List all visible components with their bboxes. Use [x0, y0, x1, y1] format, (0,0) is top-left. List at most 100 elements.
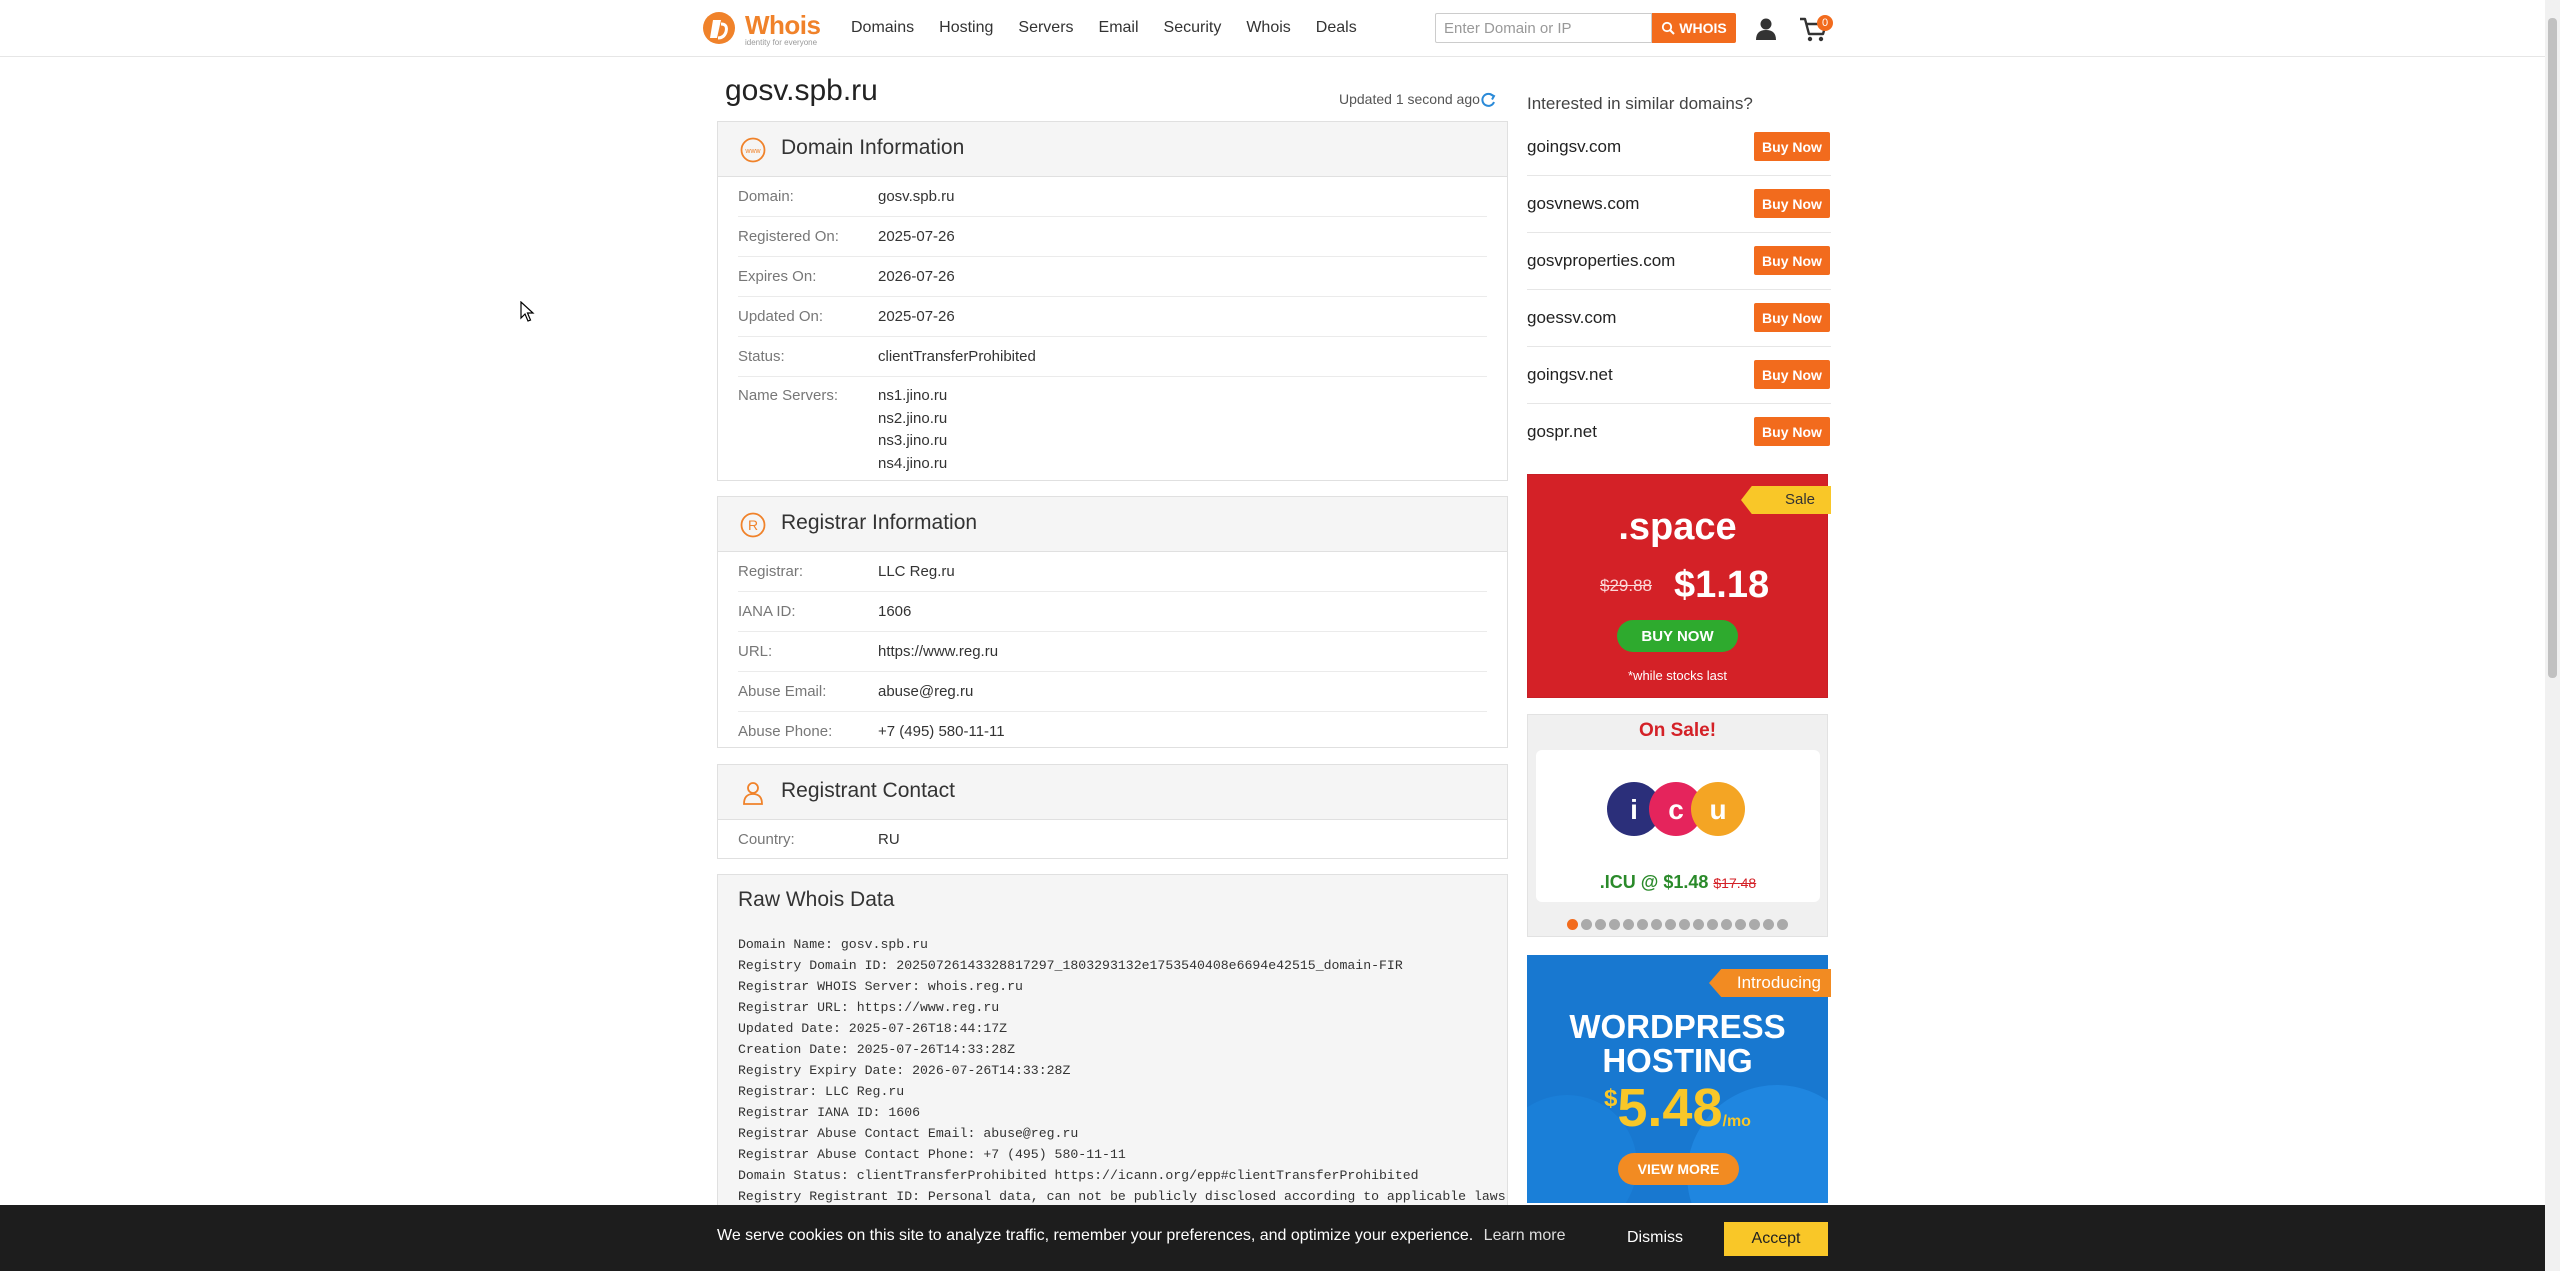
carousel-dot[interactable] [1665, 919, 1676, 930]
row-value: +7 (495) 580-11-11 [878, 723, 1005, 740]
carousel-dot[interactable] [1651, 919, 1662, 930]
carousel-dot[interactable] [1763, 919, 1774, 930]
nav-whois[interactable]: Whois [1246, 19, 1290, 37]
registrant-panel: Registrant Contact Country: RU [717, 764, 1508, 859]
buy-now-button[interactable]: Buy Now [1754, 417, 1830, 446]
icu-price: .ICU @ $1.48 $17.48 [1536, 872, 1820, 893]
nav-deals[interactable]: Deals [1316, 19, 1357, 37]
carousel-dot[interactable] [1609, 919, 1620, 930]
carousel-dot[interactable] [1637, 919, 1648, 930]
buy-now-button[interactable]: Buy Now [1754, 360, 1830, 389]
suggested-domain[interactable]: goessv.com [1527, 289, 1616, 346]
table-row: Domain: gosv.spb.ru [738, 177, 1487, 217]
row-value: abuse@reg.ru [878, 683, 974, 700]
name-servers-list: ns1.jino.ru ns2.jino.ru ns3.jino.ru ns4.… [878, 385, 947, 482]
row-label: URL: [738, 643, 773, 660]
suggested-domain[interactable]: goingsv.com [1527, 118, 1621, 175]
carousel-dot[interactable] [1581, 919, 1592, 930]
suggested-domain[interactable]: gospr.net [1527, 403, 1597, 460]
row-value: clientTransferProhibited [878, 348, 1036, 365]
list-item: goingsv.com Buy Now [1527, 118, 1831, 176]
carousel-dot[interactable] [1777, 919, 1788, 930]
wordpress-price: $5.48/mo [1527, 1077, 1828, 1139]
suggested-domain[interactable]: goingsv.net [1527, 346, 1613, 403]
table-row: Registrar: LLC Reg.ru [738, 552, 1487, 592]
domain-info-title: Domain Information [781, 136, 965, 159]
accept-button[interactable]: Accept [1724, 1222, 1828, 1256]
table-row: Updated On: 2025-07-26 [738, 297, 1487, 337]
row-label: Name Servers: [738, 387, 839, 404]
scrollbar-thumb[interactable] [2548, 18, 2557, 678]
carousel-dot[interactable] [1707, 919, 1718, 930]
row-label: Registrar: [738, 563, 804, 580]
raw-line: Registry Expiry Date: 2026-07-26T14:33:2… [738, 1063, 1071, 1078]
row-value: https://www.reg.ru [878, 643, 999, 660]
name-server: ns4.jino.ru [878, 454, 948, 472]
refresh-icon[interactable] [1479, 91, 1497, 109]
promo-buy-now-button[interactable]: BUY NOW [1617, 620, 1738, 652]
raw-line: Registrar URL: https://www.reg.ru [738, 1000, 1000, 1015]
raw-line: Updated Date: 2025-07-26T18:44:17Z [738, 1021, 1008, 1036]
registrar-info-rows: Registrar: LLC Reg.ru IANA ID: 1606 URL:… [718, 552, 1507, 751]
promo-old-price: $29.88 [1600, 576, 1652, 595]
carousel-dot[interactable] [1693, 919, 1704, 930]
carousel-dot[interactable] [1567, 919, 1578, 930]
nav-hosting[interactable]: Hosting [939, 19, 993, 37]
suggested-domain[interactable]: gosvproperties.com [1527, 232, 1675, 289]
carousel-dot[interactable] [1735, 919, 1746, 930]
view-more-button[interactable]: VIEW MORE [1618, 1153, 1739, 1185]
main-nav: Domains Hosting Servers Email Security W… [851, 0, 1382, 56]
row-label: Updated On: [738, 308, 824, 325]
on-sale-title: On Sale! [1638, 720, 1717, 741]
nav-domains[interactable]: Domains [851, 19, 914, 37]
user-account-icon[interactable] [1753, 16, 1779, 42]
buy-now-button[interactable]: Buy Now [1754, 246, 1830, 275]
icu-logo: i c u [1607, 782, 1745, 836]
carousel-dot[interactable] [1679, 919, 1690, 930]
row-label: Expires On: [738, 268, 817, 285]
carousel-dot[interactable] [1749, 919, 1760, 930]
search-button-label: WHOIS [1679, 20, 1727, 36]
logo-icon [703, 12, 735, 44]
raw-line: Registrar Abuse Contact Phone: +7 (495) … [738, 1147, 1126, 1162]
cookie-text: We serve cookies on this site to analyze… [717, 1227, 1474, 1244]
nav-security[interactable]: Security [1164, 19, 1222, 37]
name-server: ns1.jino.ru [878, 387, 948, 404]
introducing-ribbon: Introducing [1709, 969, 1831, 997]
domain-info-panel: www Domain Information Domain: gosv.spb.… [717, 121, 1508, 481]
table-row: Expires On: 2026-07-26 [738, 257, 1487, 297]
dismiss-button[interactable]: Dismiss [1615, 1222, 1695, 1254]
domain-info-rows: Domain: gosv.spb.ru Registered On: 2025-… [718, 177, 1507, 482]
nav-servers[interactable]: Servers [1018, 19, 1073, 37]
search-input[interactable] [1435, 13, 1652, 43]
wp-price-value: 5.48 [1617, 1078, 1723, 1138]
buy-now-button[interactable]: Buy Now [1754, 132, 1830, 161]
carousel-dot[interactable] [1595, 919, 1606, 930]
updated-status: Updated 1 second ago [1339, 91, 1480, 107]
buy-now-button[interactable]: Buy Now [1754, 303, 1830, 332]
promo-new-price: $1.18 [1674, 564, 1770, 606]
promo-tld: .space [1618, 506, 1737, 548]
list-item: gosvnews.com Buy Now [1527, 175, 1831, 233]
learn-more-link[interactable]: Learn more [1484, 1227, 1566, 1244]
icu-letter: c [1668, 794, 1684, 825]
suggested-domain[interactable]: gosvnews.com [1527, 175, 1639, 232]
nav-email[interactable]: Email [1099, 19, 1139, 37]
raw-whois-text: Domain Name: gosv.spb.ru Registry Domain… [738, 934, 1506, 1207]
page-title: gosv.spb.ru [725, 74, 878, 107]
table-row: Abuse Phone: +7 (495) 580-11-11 [738, 712, 1487, 751]
wordpress-title: WORDPRESS HOSTING [1527, 1010, 1828, 1078]
table-row: Registered On: 2025-07-26 [738, 217, 1487, 257]
buy-now-button[interactable]: Buy Now [1754, 189, 1830, 218]
site-logo[interactable]: Whois identity for everyone [701, 8, 823, 48]
whois-search-button[interactable]: WHOIS [1652, 13, 1736, 43]
list-item: gosvproperties.com Buy Now [1527, 232, 1831, 290]
registrant-header: Registrant Contact [718, 765, 1507, 820]
logo-tagline: identity for everyone [745, 38, 818, 47]
row-label: Country: [738, 831, 795, 848]
carousel-dot[interactable] [1721, 919, 1732, 930]
table-row: URL: https://www.reg.ru [738, 632, 1487, 672]
svg-text:R: R [748, 517, 758, 533]
raw-line: Domain Status: clientTransferProhibited … [738, 1168, 1419, 1183]
carousel-dot[interactable] [1623, 919, 1634, 930]
